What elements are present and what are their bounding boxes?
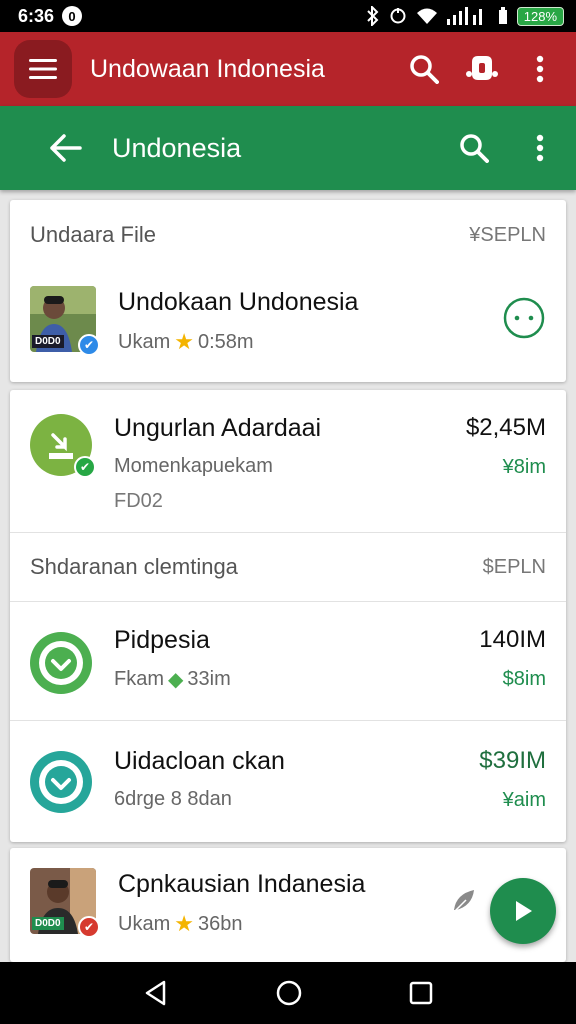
item-amounts: 140IM $8im <box>479 626 546 691</box>
avatar-label: D0D0 <box>32 917 64 930</box>
overflow-menu-button-secondary[interactable] <box>518 126 562 170</box>
avatar: D0D0 ✔ <box>30 868 100 938</box>
nav-back-icon[interactable] <box>142 979 170 1007</box>
item-text: Pidpesia Fkam ◆ 33im <box>114 626 479 692</box>
verified-badge-icon: ✔ <box>78 334 100 356</box>
item-text: Cpnkausian Indanesia Ukam ★ 36bn <box>118 868 442 937</box>
item-amounts: $39IM ¥aim <box>479 747 546 812</box>
item-subtitle-prefix: Ukam <box>118 330 171 353</box>
app-title: Undowaan Indonesia <box>90 54 325 83</box>
play-fab-button[interactable] <box>490 878 556 944</box>
battery-small-icon <box>498 7 507 24</box>
primary-app-bar: Undowaan Indonesia <box>0 32 576 106</box>
item-subtitle: Ukam ★ 0:58m <box>118 329 502 355</box>
item-subtitle: 6drge 8 8dan <box>114 788 232 810</box>
section-title: Undaara File <box>30 222 156 247</box>
transaction-detail: FD02 <box>114 490 163 512</box>
download-icon: ✔ <box>30 414 96 478</box>
notifications-button[interactable] <box>460 47 504 91</box>
item-subtitle-prefix: Fkam <box>114 668 164 690</box>
back-button[interactable] <box>44 126 88 170</box>
feather-icon <box>453 890 474 913</box>
item-subamount: ¥aim <box>502 789 546 811</box>
status-bar: 6:36 0 128% <box>0 0 576 32</box>
edit-button[interactable] <box>442 878 486 922</box>
system-nav-bar <box>0 962 576 1024</box>
verified-badge-icon: ✔ <box>78 916 100 938</box>
item-title: Undokaan Undonesia <box>118 288 359 316</box>
star-icon: ★ <box>174 329 194 354</box>
battery-indicator: 128% <box>516 6 564 26</box>
play-icon <box>516 901 532 921</box>
list-item[interactable]: D0D0 ✔ Cpnkausian Indanesia Ukam ★ 36bn <box>10 848 566 938</box>
menu-button[interactable] <box>14 40 72 98</box>
transaction-title: Ungurlan Adardaai <box>114 414 322 442</box>
item-amount: $39IM <box>479 747 546 774</box>
tag-icon: ◆ <box>168 669 184 691</box>
status-icons: 128% <box>366 6 564 26</box>
screen-title: Undonesia <box>112 132 242 163</box>
transactions-card: ✔ Ungurlan Adardaai Momenkapuekam FD02 $… <box>10 390 566 842</box>
check-circle-icon <box>30 751 92 813</box>
item-subtitle-prefix: Ukam <box>118 912 171 935</box>
status-time: 6:36 <box>18 5 55 26</box>
section-title: Shdaranan clemtinga <box>30 554 238 579</box>
item-title: Cpnkausian Indanesia <box>118 870 366 898</box>
more-vert-icon <box>536 134 544 162</box>
last-item-card: D0D0 ✔ Cpnkausian Indanesia Ukam ★ 36bn <box>10 848 566 962</box>
section-tag: $EPLN <box>482 555 546 578</box>
item-options-button[interactable] <box>502 296 546 340</box>
item-subtitle-value: 36bn <box>197 912 243 935</box>
item-subtitle-value: 33im <box>187 668 231 690</box>
more-vert-icon <box>536 55 544 83</box>
check-circle-icon <box>30 632 92 694</box>
hamburger-icon <box>29 59 57 79</box>
avatar-label: D0D0 <box>32 335 64 348</box>
star-icon: ★ <box>174 911 194 936</box>
item-subtitle-value: 0:58m <box>197 330 254 353</box>
transaction-row[interactable]: ✔ Ungurlan Adardaai Momenkapuekam FD02 $… <box>10 390 566 532</box>
item-amount: 140IM <box>479 626 546 653</box>
search-button[interactable] <box>402 47 446 91</box>
transaction-amounts: $2,45M ¥8im <box>466 414 546 479</box>
signal-icon <box>446 7 482 25</box>
list-item[interactable]: Pidpesia Fkam ◆ 33im 140IM $8im <box>10 602 566 720</box>
item-text: Undokaan Undonesia Ukam ★ 0:58m <box>118 286 502 355</box>
sync-icon <box>390 8 406 24</box>
nav-home-icon[interactable] <box>275 979 303 1007</box>
item-subamount: $8im <box>502 668 546 690</box>
transaction-text: Ungurlan Adardaai Momenkapuekam FD02 <box>114 414 466 513</box>
list-item[interactable]: Uidacloan ckan 6drge 8 8dan $39IM ¥aim <box>10 721 566 843</box>
item-text: Uidacloan ckan 6drge 8 8dan <box>114 747 479 811</box>
search-icon <box>410 55 439 84</box>
arrow-back-icon <box>50 134 82 162</box>
search-icon <box>460 134 489 163</box>
transaction-subamount: ¥8im <box>502 456 546 478</box>
search-button-secondary[interactable] <box>452 126 496 170</box>
check-badge-icon: ✔ <box>74 456 96 478</box>
transaction-amount: $2,45M <box>465 414 546 441</box>
bluetooth-icon <box>367 6 379 26</box>
file-card: Undaara File ¥SEPLN D0D0 ✔ Undokaan Undo… <box>10 200 566 382</box>
more-circle-icon <box>503 297 545 339</box>
section-tag: ¥SEPLN <box>469 223 546 246</box>
section-header-shared: Shdaranan clemtinga $EPLN <box>10 533 566 601</box>
avatar: D0D0 ✔ <box>30 286 100 356</box>
transaction-subtitle: Momenkapuekam <box>114 455 273 477</box>
item-subtitle: Ukam ★ 36bn <box>118 911 442 937</box>
notification-icon: 0 <box>62 6 83 26</box>
section-header-file: Undaara File ¥SEPLN <box>10 200 566 270</box>
item-subtitle: Fkam ◆ 33im <box>114 667 479 692</box>
item-title: Pidpesia <box>114 626 210 654</box>
item-title: Uidacloan ckan <box>114 747 285 775</box>
overflow-menu-button[interactable] <box>518 47 562 91</box>
list-item[interactable]: D0D0 ✔ Undokaan Undonesia Ukam ★ 0:58m <box>10 270 566 356</box>
nav-recents-icon[interactable] <box>408 980 434 1006</box>
secondary-app-bar: Undonesia <box>0 106 576 190</box>
wifi-icon <box>416 8 437 24</box>
bell-icon <box>466 56 498 80</box>
